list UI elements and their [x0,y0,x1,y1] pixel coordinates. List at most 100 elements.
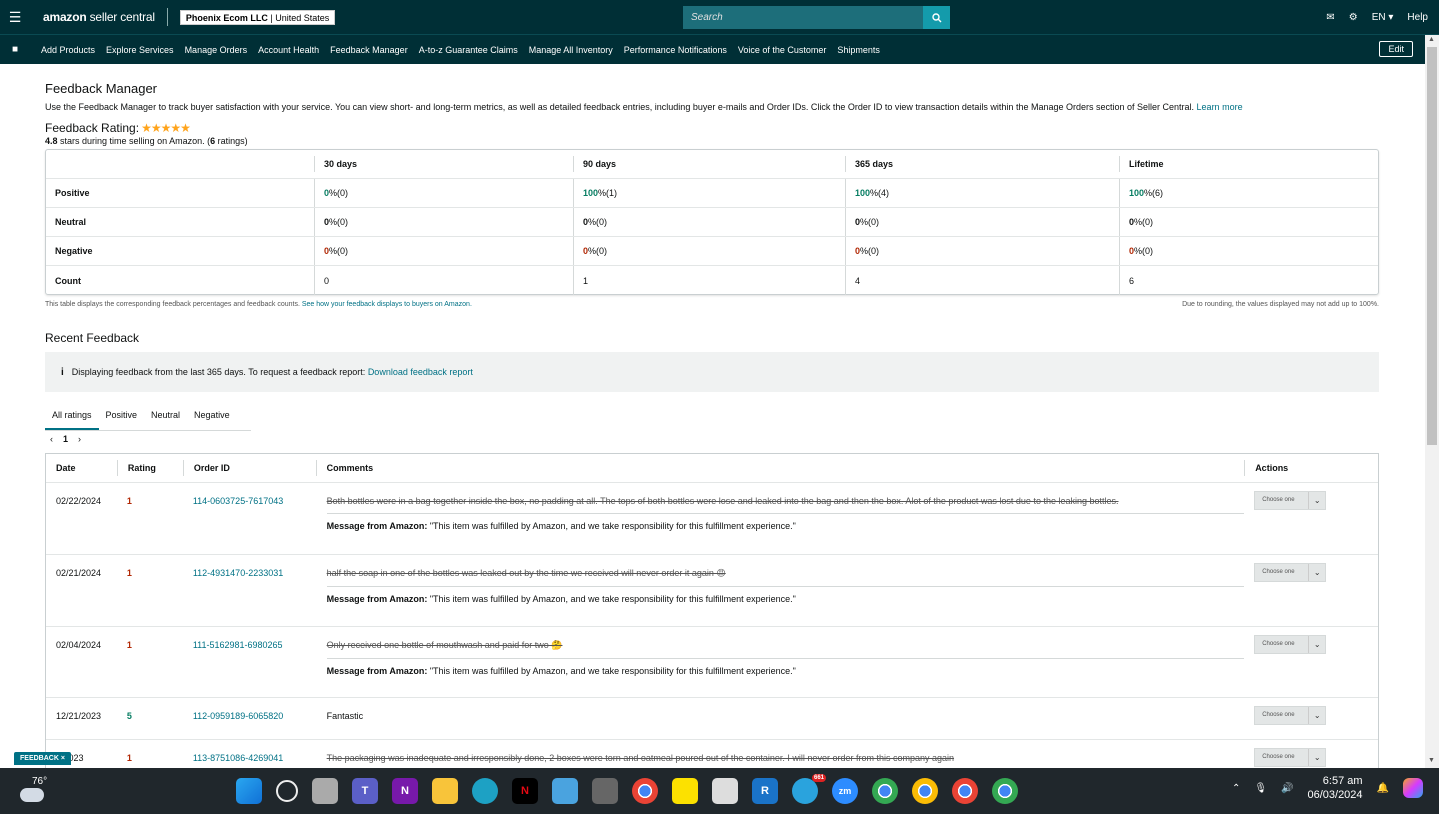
next-page-icon[interactable]: › [78,434,81,444]
feedback-comment: half the soap in one of the bottles was … [316,555,1245,626]
prev-page-icon[interactable]: ‹ [50,434,53,444]
mail-icon[interactable]: ✉ [1326,12,1334,23]
snipping-tool-icon[interactable] [712,778,738,804]
action-dropdown[interactable]: Choose one ⌄ [1254,748,1327,767]
scroll-down-icon[interactable]: ▼ [1428,757,1435,764]
learn-more-link[interactable]: Learn more [1197,102,1243,112]
notifications-icon[interactable]: 🔔 [1377,783,1389,794]
windows-start-icon[interactable] [236,778,262,804]
feedback-rating-heading: Feedback Rating: ★★★★★ [45,121,1379,135]
nav-a-to-z-claims[interactable]: A-to-z Guarantee Claims [419,45,518,55]
edge-icon[interactable] [472,778,498,804]
amazon-seller-central-logo[interactable]: amazon seller central [43,10,155,24]
calculator-icon[interactable] [592,778,618,804]
tab-positive[interactable]: Positive [99,410,145,430]
order-id-link[interactable]: 114-0603725-7617043 [193,496,283,506]
feedback-display-link[interactable]: See how your feedback displays to buyers… [302,301,472,308]
dropdown-label: Choose one [1262,641,1295,647]
search-button[interactable] [923,6,950,29]
amazon-message: Message from Amazon: "This item was fulf… [327,521,1245,531]
edit-nav-button[interactable]: Edit [1379,41,1413,57]
zoom-icon[interactable]: zm [832,778,858,804]
download-report-link[interactable]: Download feedback report [368,367,473,377]
metric-pct: 100 [1129,188,1145,198]
chrome-profile-2-icon[interactable] [912,778,938,804]
search-icon[interactable] [276,780,298,802]
sticky-notes-icon[interactable] [672,778,698,804]
clock-time: 6:57 am [1322,775,1363,787]
copilot-icon[interactable] [1403,778,1423,798]
header-lifetime: Lifetime [1119,156,1378,172]
netflix-icon[interactable]: N [512,778,538,804]
chevron-up-icon[interactable]: ⌃ [1232,783,1240,794]
file-explorer-icon[interactable] [432,778,458,804]
message-text: "This item was fulfilled by Amazon, and … [427,521,796,531]
scroll-up-icon[interactable]: ▲ [1428,36,1435,43]
telegram-icon[interactable]: 661 [792,774,826,804]
clock-date: 06/03/2024 [1307,789,1363,801]
feedback-rating: 5 [126,711,132,721]
metrics-table: 30 days 90 days 365 days Lifetime Positi… [45,149,1379,295]
amazon-message: Message from Amazon: "This item was fulf… [327,594,1245,604]
onenote-icon[interactable]: N [392,778,418,804]
microphone-icon[interactable]: 🎙 [1254,783,1267,794]
help-link[interactable]: Help [1407,12,1428,23]
tab-all-ratings[interactable]: All ratings [45,410,99,430]
metrics-row-negative: Negative 0 %(0) 0 %(0) 0 %(0) 0 %(0) [46,237,1378,266]
action-dropdown[interactable]: Choose one ⌄ [1254,635,1327,654]
top-header: ☰ amazon seller central Phoenix Ecom LLC… [0,0,1439,35]
search-icon [931,12,941,22]
page-scrollbar[interactable]: ▲ ▼ [1425,35,1439,768]
nav-voice-of-customer[interactable]: Voice of the Customer [738,45,827,55]
task-view-icon[interactable] [312,778,338,804]
order-id-link[interactable]: 112-0959189-6065820 [193,711,283,721]
chrome-profile-3-icon[interactable] [952,778,978,804]
nav-performance-notifications[interactable]: Performance Notifications [624,45,727,55]
chrome-profile-1-icon[interactable] [872,778,898,804]
col-actions: Actions [1244,460,1378,476]
account-switcher[interactable]: Phoenix Ecom LLC | United States [179,9,336,25]
metric-count: %(0) [860,217,880,227]
bookmark-icon[interactable]: ■ [0,44,30,55]
clock[interactable]: 6:57 am 06/03/2024 [1307,774,1362,802]
chrome-icon[interactable] [632,778,658,804]
footnote-left: This table displays the corresponding fe… [45,301,472,308]
header-30-days: 30 days [314,156,573,172]
r-app-icon[interactable]: R [752,778,778,804]
tab-neutral[interactable]: Neutral [144,410,187,430]
tab-negative[interactable]: Negative [187,410,237,430]
feedback-widget-tab[interactable]: FEEDBACK × [14,752,71,765]
metric-count: %(4) [870,188,890,198]
teams-icon[interactable]: T [352,778,378,804]
scrollbar-thumb[interactable] [1427,47,1437,445]
search-input[interactable]: Search [683,6,923,29]
nav-feedback-manager[interactable]: Feedback Manager [330,45,408,55]
notepad-icon[interactable] [552,778,578,804]
table-row: 02/22/2024 1 114-0603725-7617043 Both bo… [46,483,1378,555]
action-dropdown[interactable]: Choose one ⌄ [1254,491,1327,510]
network-volume-icon[interactable]: 🔊 [1281,783,1293,794]
nav-account-health[interactable]: Account Health [258,45,319,55]
nav-manage-inventory[interactable]: Manage All Inventory [529,45,613,55]
language-selector[interactable]: EN ▾ [1372,12,1394,23]
chevron-down-icon: ⌄ [1308,564,1325,581]
metric-pct: 100 [855,188,871,198]
feedback-date: 02/04/2024 [56,640,102,650]
col-rating: Rating [116,460,183,476]
order-id-link[interactable]: 112-4931470-2233031 [193,568,283,578]
hamburger-menu-icon[interactable]: ☰ [0,9,30,26]
nav-shipments[interactable]: Shipments [837,45,880,55]
current-page[interactable]: 1 [63,434,68,444]
action-dropdown[interactable]: Choose one ⌄ [1254,706,1327,725]
nav-manage-orders[interactable]: Manage Orders [185,45,248,55]
order-id-link[interactable]: 113-8751086-4269041 [193,753,283,763]
gear-icon[interactable]: ⚙ [1349,12,1358,23]
action-dropdown[interactable]: Choose one ⌄ [1254,563,1327,582]
nav-add-products[interactable]: Add Products [41,45,95,55]
chevron-down-icon: ⌄ [1308,636,1325,653]
header-365-days: 365 days [845,156,1119,172]
order-id-link[interactable]: 111-5162981-6980265 [193,640,283,650]
nav-explore-services[interactable]: Explore Services [106,45,174,55]
metric-cell: 0 %(0) [1119,237,1378,265]
chrome-profile-4-icon[interactable] [992,778,1018,804]
